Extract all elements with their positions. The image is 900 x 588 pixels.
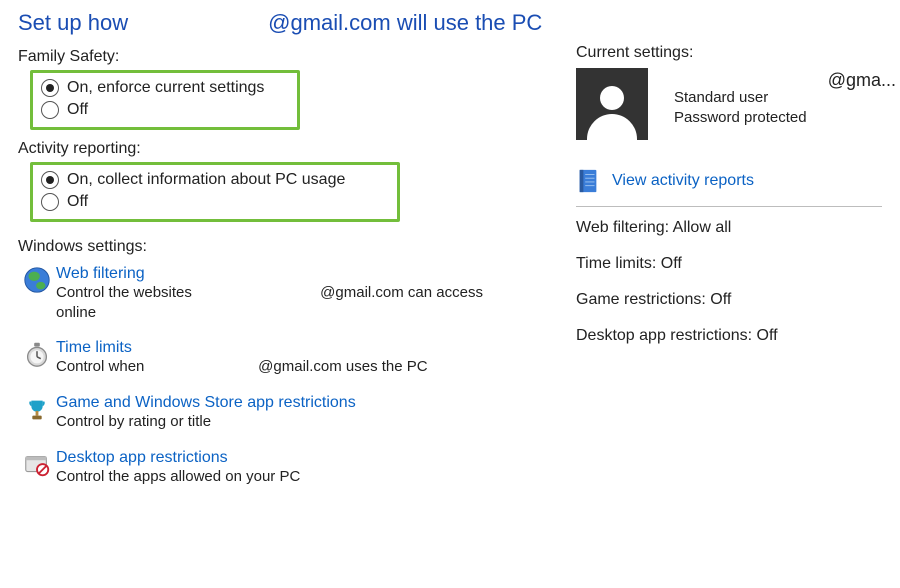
view-activity-reports-link[interactable]: View activity reports (612, 172, 754, 190)
right-column: Current settings: Standard user Password… (558, 44, 882, 363)
family-safety-settings-page: Set up how @gmail.com will use the PC Fa… (0, 0, 900, 588)
globe-icon (18, 264, 56, 296)
desktop-restrictions-desc: Control the apps allowed on your PC (56, 467, 558, 487)
windows-settings-list: Web filtering Control the websites @gmai… (18, 264, 558, 486)
time-limits-link[interactable]: Time limits (56, 338, 558, 357)
game-restrictions-item: Game and Windows Store app restrictions … (18, 393, 558, 432)
stat-time-limits: Time limits: Off (576, 255, 882, 273)
desc-left: Control the websites (56, 283, 316, 303)
avatar-icon (576, 68, 648, 140)
desc-right: @gmail.com uses the PC (258, 357, 427, 377)
activity-reporting-radio-group: On, collect information about PC usage O… (30, 162, 400, 222)
stat-desktop-restrictions: Desktop app restrictions: Off (576, 327, 882, 345)
user-meta: Standard user Password protected (674, 68, 807, 129)
stat-label: Time limits: (576, 255, 656, 272)
desc-right: @gmail.com can access (320, 283, 483, 303)
stat-value: Allow all (673, 219, 732, 236)
activity-link-row: View activity reports (576, 168, 882, 194)
desc-line2: online (56, 303, 558, 323)
desc-left: Control when (56, 357, 254, 377)
trophy-icon (18, 393, 56, 425)
stat-value: Off (710, 291, 731, 308)
radio-button-icon (41, 79, 59, 97)
stat-value: Off (757, 327, 778, 344)
radio-label: Off (67, 193, 88, 211)
radio-button-icon (41, 101, 59, 119)
user-role: Standard user (674, 88, 807, 108)
divider (576, 206, 882, 207)
family-safety-radio-off[interactable]: Off (41, 99, 287, 121)
left-column: Family Safety: On, enforce current setti… (18, 44, 558, 502)
activity-reporting-label: Activity reporting: (18, 140, 558, 158)
desktop-restrictions-item: Desktop app restrictions Control the app… (18, 448, 558, 487)
user-email: @gma... (828, 70, 896, 91)
family-safety-label: Family Safety: (18, 48, 558, 66)
game-restrictions-desc: Control by rating or title (56, 412, 558, 432)
windows-settings-heading: Windows settings: (18, 238, 558, 256)
stat-web-filtering: Web filtering: Allow all (576, 219, 882, 237)
activity-reporting-radio-off[interactable]: Off (41, 191, 387, 213)
window-restriction-icon (18, 448, 56, 480)
notebook-icon (576, 168, 600, 194)
web-filtering-item: Web filtering Control the websites @gmai… (18, 264, 558, 322)
user-password-state: Password protected (674, 108, 807, 128)
stat-label: Game restrictions: (576, 291, 706, 308)
radio-label: On, enforce current settings (67, 79, 264, 97)
time-limits-item: Time limits Control when @gmail.com uses… (18, 338, 558, 377)
user-block: Standard user Password protected @gma... (576, 68, 882, 140)
stopwatch-icon (18, 338, 56, 370)
title-part2: @gmail.com will use the PC (268, 10, 542, 35)
web-filtering-link[interactable]: Web filtering (56, 264, 558, 283)
family-safety-radio-on[interactable]: On, enforce current settings (41, 77, 287, 99)
radio-button-icon (41, 193, 59, 211)
stat-value: Off (661, 255, 682, 272)
activity-reporting-radio-on[interactable]: On, collect information about PC usage (41, 169, 387, 191)
stat-game-restrictions: Game restrictions: Off (576, 291, 882, 309)
radio-label: On, collect information about PC usage (67, 171, 345, 189)
stat-label: Web filtering: (576, 219, 669, 236)
current-settings-heading: Current settings: (576, 44, 882, 62)
desktop-restrictions-link[interactable]: Desktop app restrictions (56, 448, 558, 467)
page-title: Set up how @gmail.com will use the PC (18, 10, 882, 36)
family-safety-radio-group: On, enforce current settings Off (30, 70, 300, 130)
time-limits-desc: Control when @gmail.com uses the PC (56, 357, 558, 377)
stat-label: Desktop app restrictions: (576, 327, 752, 344)
radio-button-icon (41, 171, 59, 189)
game-restrictions-link[interactable]: Game and Windows Store app restrictions (56, 393, 558, 412)
radio-label: Off (67, 101, 88, 119)
title-part1: Set up how (18, 10, 262, 36)
web-filtering-desc: Control the websites @gmail.com can acce… (56, 283, 558, 322)
